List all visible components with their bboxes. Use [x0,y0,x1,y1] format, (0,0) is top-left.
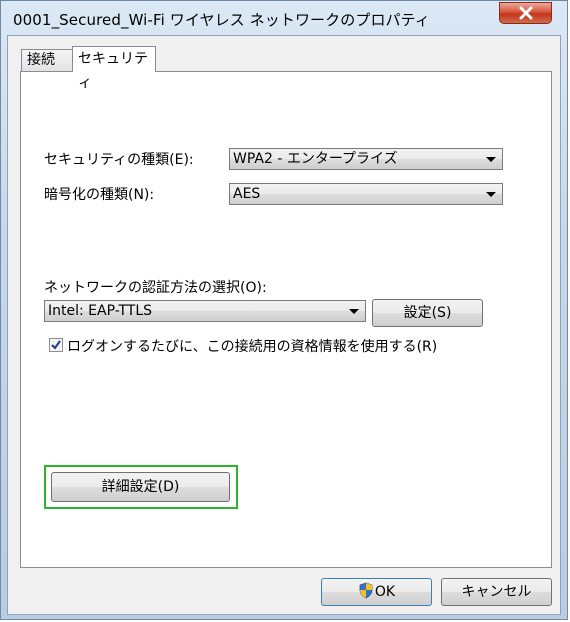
tab-security[interactable]: セキュリティ [72,46,156,91]
chevron-down-icon [349,309,359,314]
advanced-settings-button[interactable]: 詳細設定(D) [51,472,230,502]
auth-method-dropdown[interactable]: Intel: EAP-TTLS [44,300,366,322]
close-button[interactable] [499,2,552,24]
security-tab-panel: セキュリティの種類(E): WPA2 - エンタープライズ 暗号化の種類(N):… [20,71,552,568]
checkmark-icon [51,340,61,350]
auth-settings-button[interactable]: 設定(S) [372,299,483,327]
properties-dialog: 0001_Secured_Wi-Fi ワイヤレス ネットワークのプロパティ 接続… [0,0,568,620]
tab-connection[interactable]: 接続 [21,49,73,71]
encryption-type-dropdown[interactable]: AES [229,183,503,205]
remember-credentials-checkbox[interactable] [49,338,63,352]
encryption-type-value: AES [233,186,261,202]
remember-credentials-label[interactable]: ログオンするたびに、この接続用の資格情報を使用する(R) [67,336,437,356]
auth-method-value: Intel: EAP-TTLS [48,303,153,319]
chevron-down-icon [486,192,496,197]
ok-button[interactable]: OK [321,578,432,606]
encryption-type-label: 暗号化の種類(N): [44,187,155,203]
dialog-client-area: 接続 セキュリティ セキュリティの種類(E): WPA2 - エンタープライズ … [7,35,561,615]
shield-icon [359,582,373,599]
close-icon [519,6,532,20]
security-type-label: セキュリティの種類(E): [44,152,194,168]
ok-button-label: OK [374,584,396,600]
chevron-down-icon [486,157,496,162]
title-bar[interactable]: 0001_Secured_Wi-Fi ワイヤレス ネットワークのプロパティ [1,1,567,35]
window-title: 0001_Secured_Wi-Fi ワイヤレス ネットワークのプロパティ [13,11,430,29]
auth-method-label: ネットワークの認証方法の選択(O): [44,280,267,296]
security-type-value: WPA2 - エンタープライズ [233,151,398,167]
cancel-button[interactable]: キャンセル [441,578,552,606]
security-type-dropdown[interactable]: WPA2 - エンタープライズ [229,148,503,170]
